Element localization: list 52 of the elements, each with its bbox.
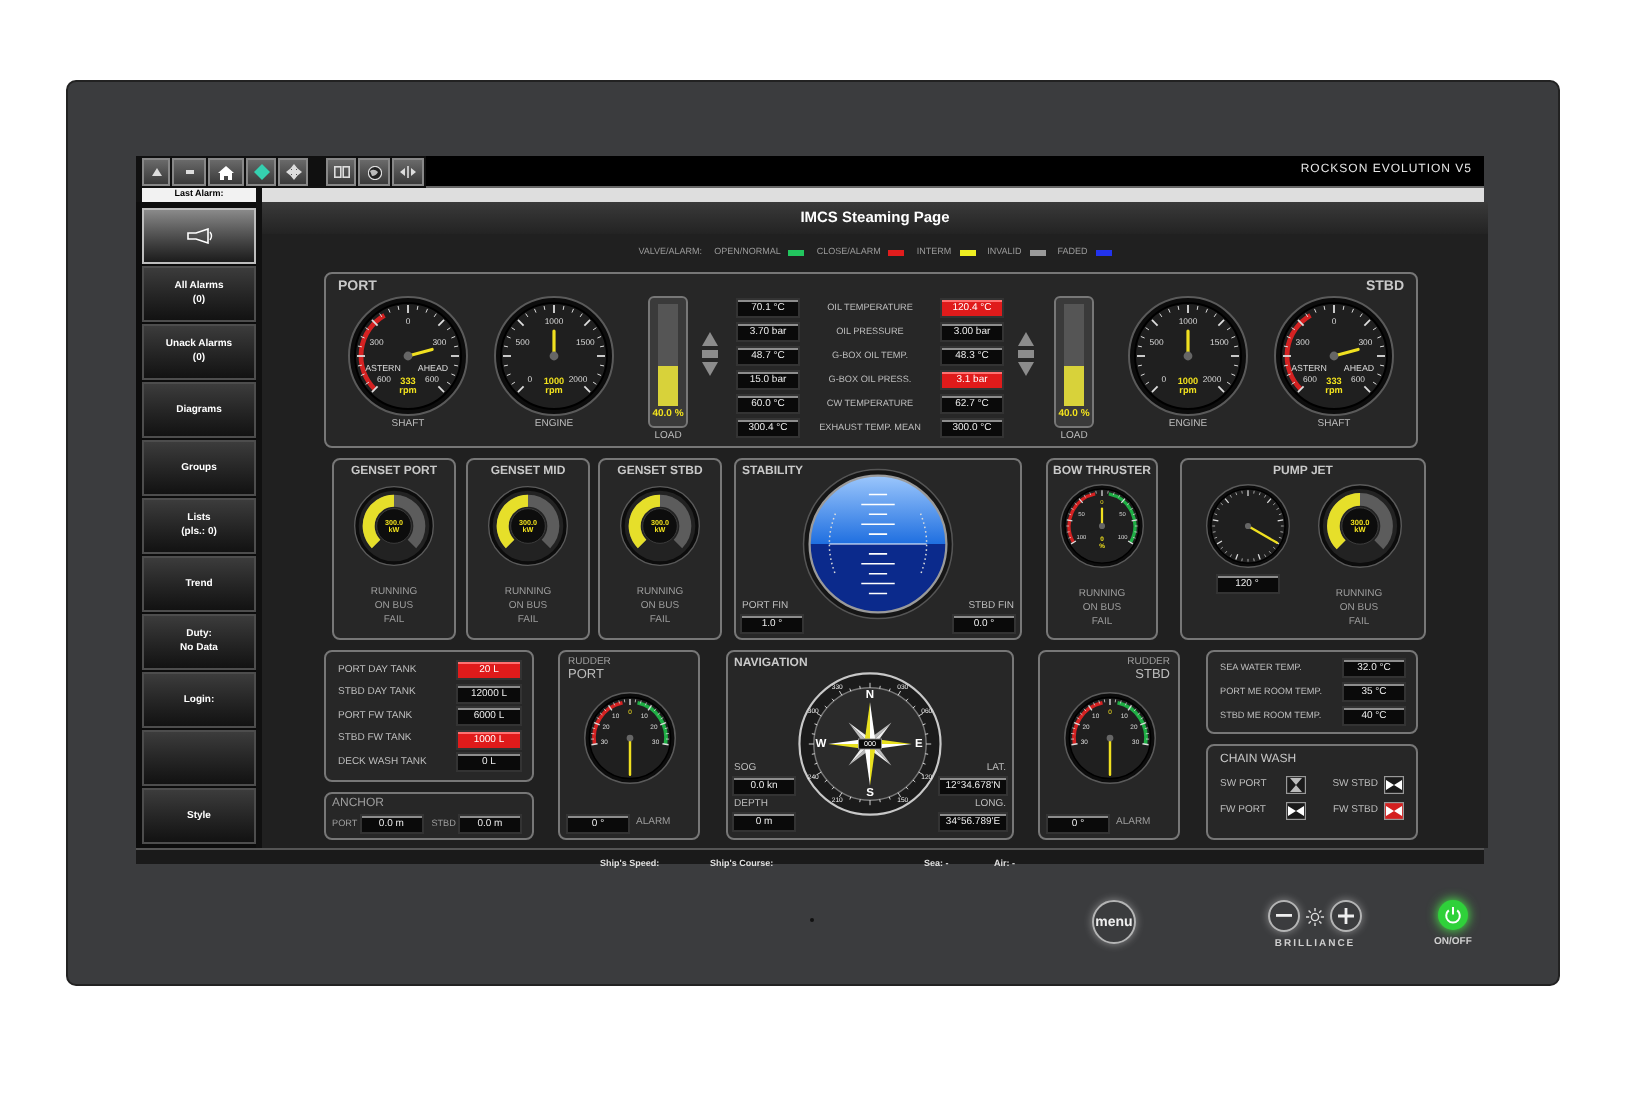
globe-button[interactable]	[358, 158, 390, 186]
dash-icon	[702, 350, 718, 358]
horn-icon	[185, 228, 213, 244]
gauge-dial-drawing	[1128, 296, 1248, 416]
power-button[interactable]	[1437, 900, 1468, 930]
gauge-dial-drawing	[1063, 691, 1155, 783]
brightness-up-button[interactable]	[1330, 900, 1362, 932]
move-icon	[285, 164, 301, 180]
gauge-needle	[1105, 733, 1113, 776]
home-button[interactable]	[208, 158, 244, 186]
gauge-needle	[1329, 347, 1360, 361]
gauge-needle	[625, 733, 633, 776]
gauge-dial-drawing	[1205, 484, 1289, 568]
diamond-button[interactable]	[246, 158, 276, 186]
dash-icon	[1018, 350, 1034, 358]
power-gauge-drawing	[488, 486, 568, 566]
panes-button[interactable]	[326, 158, 356, 186]
columns-icon	[333, 166, 349, 178]
horn-button[interactable]	[142, 208, 256, 264]
gauge-needle	[403, 347, 434, 361]
gauge-needle	[1098, 507, 1106, 530]
gauge-dial-drawing	[583, 691, 675, 783]
gauge-dial-drawing	[1274, 296, 1394, 416]
gauge-dial-drawing	[494, 296, 614, 416]
up-arrow-icon	[702, 332, 718, 346]
globe-icon	[367, 165, 381, 179]
power-gauge-drawing	[1317, 484, 1401, 568]
plus-icon	[1338, 908, 1354, 924]
minus-icon	[1276, 914, 1292, 918]
minus-icon	[185, 170, 193, 174]
home-icon	[218, 165, 234, 179]
gauge-needle	[549, 329, 559, 361]
down-button[interactable]	[172, 158, 206, 186]
down-arrow-icon	[702, 362, 718, 376]
gauge-dial-drawing	[1060, 484, 1144, 568]
move-button[interactable]	[278, 158, 308, 186]
diamond-icon	[253, 164, 269, 180]
up-arrow-icon	[151, 168, 161, 176]
power-gauge-drawing	[620, 486, 700, 566]
gauge-dial-drawing	[348, 296, 468, 416]
power-icon	[1443, 906, 1462, 924]
up-arrow-icon	[1018, 332, 1034, 346]
brightness-down-button[interactable]	[1268, 900, 1300, 932]
power-gauge-drawing	[354, 486, 434, 566]
up-button[interactable]	[142, 158, 170, 186]
sun-icon	[1306, 907, 1324, 925]
gauge-needle	[1243, 522, 1278, 544]
compass-drawing	[798, 672, 942, 816]
split-arrows-icon	[400, 166, 416, 178]
split-button[interactable]	[392, 158, 424, 186]
gauge-needle	[1183, 329, 1193, 361]
down-arrow-icon	[1018, 362, 1034, 376]
